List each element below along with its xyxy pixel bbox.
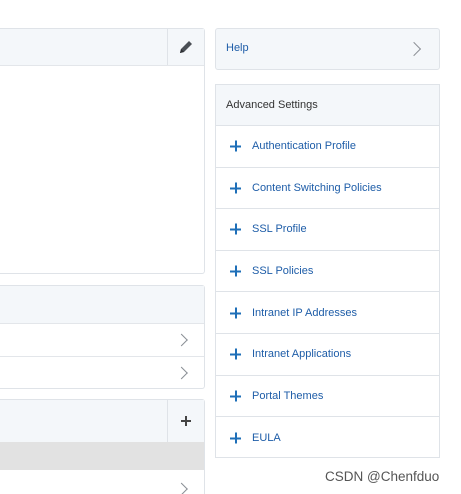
- policies-header: [0, 400, 204, 442]
- advanced-item-label: Portal Themes: [252, 389, 324, 402]
- plus-icon: [230, 432, 241, 444]
- basic-settings-header: [0, 29, 204, 66]
- binding-row-2[interactable]: [0, 356, 204, 389]
- advanced-item-label: SSL Policies: [252, 265, 314, 278]
- plus-icon: [230, 182, 241, 194]
- add-button[interactable]: [167, 400, 204, 442]
- help-label: Help: [226, 42, 249, 54]
- advanced-settings-panel: Advanced Settings Authentication Profile…: [215, 84, 440, 458]
- advanced-item-content-switching-policies[interactable]: Content Switching Policies: [216, 168, 439, 210]
- bindings-header: [0, 286, 204, 323]
- advanced-settings-title: Advanced Settings: [216, 85, 439, 126]
- policies-row[interactable]: [0, 470, 204, 494]
- chevron-right-icon: [175, 333, 188, 347]
- plus-icon: [230, 390, 241, 402]
- advanced-item-label: Content Switching Policies: [252, 181, 382, 194]
- policies-selected-row[interactable]: [0, 442, 204, 470]
- advanced-item-ssl-policies[interactable]: SSL Policies: [216, 251, 439, 293]
- page: Help Advanced Settings Authentication Pr…: [0, 0, 461, 494]
- advanced-item-ssl-profile[interactable]: SSL Profile: [216, 209, 439, 251]
- advanced-item-intranet-applications[interactable]: Intranet Applications: [216, 334, 439, 376]
- chevron-right-icon: [406, 41, 422, 57]
- advanced-item-eula[interactable]: EULA: [216, 417, 439, 459]
- advanced-item-label: SSL Profile: [252, 223, 307, 236]
- advanced-item-authentication-profile[interactable]: Authentication Profile: [216, 126, 439, 168]
- advanced-item-portal-themes[interactable]: Portal Themes: [216, 376, 439, 418]
- advanced-item-label: Intranet IP Addresses: [252, 306, 357, 319]
- chevron-right-icon: [175, 366, 188, 380]
- basic-settings-panel: [0, 28, 205, 274]
- advanced-item-label: Intranet Applications: [252, 348, 352, 361]
- advanced-item-intranet-ip-addresses[interactable]: Intranet IP Addresses: [216, 292, 439, 334]
- advanced-item-label: Authentication Profile: [252, 140, 356, 153]
- policies-panel: [0, 399, 205, 494]
- watermark: CSDN @Chenfduo: [325, 469, 440, 484]
- edit-button[interactable]: [167, 29, 204, 65]
- plus-icon: [230, 307, 241, 319]
- plus-icon: [230, 140, 241, 152]
- plus-icon: [181, 416, 191, 426]
- help-panel[interactable]: Help: [215, 28, 440, 70]
- plus-icon: [230, 348, 241, 360]
- chevron-right-icon: [175, 482, 188, 494]
- advanced-item-label: EULA: [252, 431, 281, 444]
- plus-icon: [230, 223, 241, 235]
- plus-icon: [230, 265, 241, 277]
- bindings-panel: [0, 285, 205, 389]
- pencil-icon: [180, 41, 192, 53]
- binding-row-1[interactable]: [0, 323, 204, 356]
